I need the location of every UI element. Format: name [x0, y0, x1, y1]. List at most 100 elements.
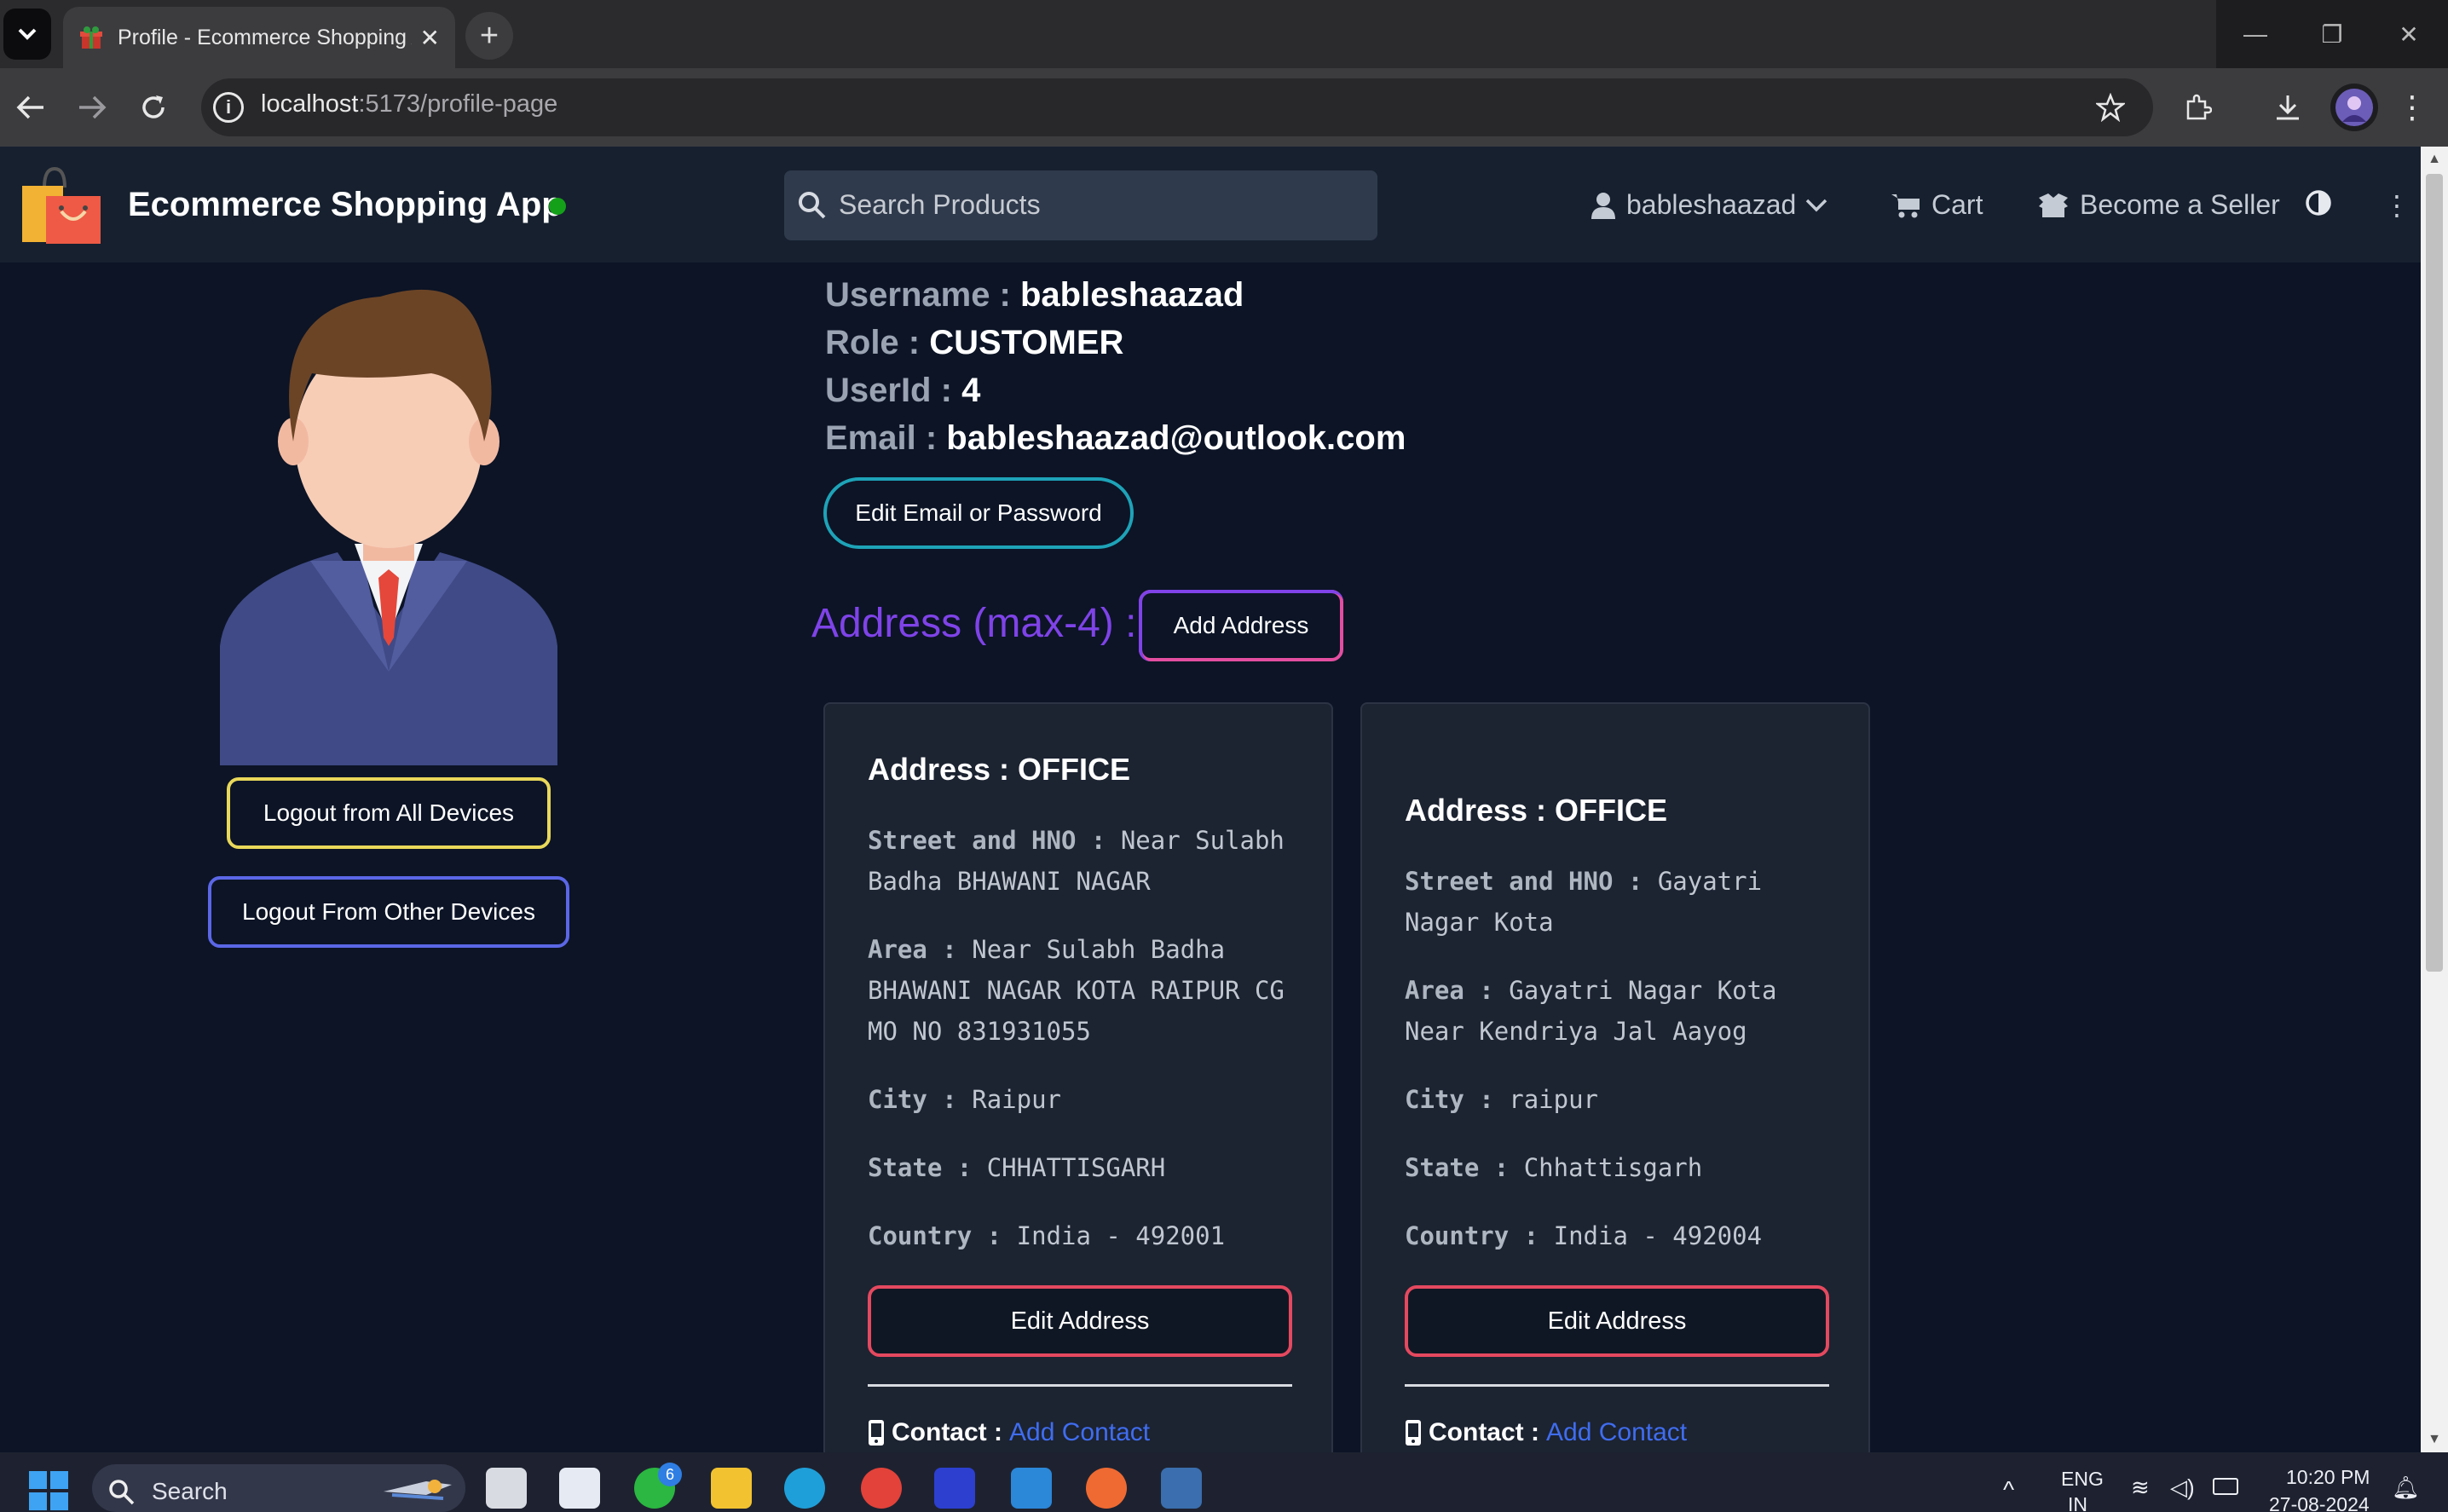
more-menu-icon[interactable]: ⋮ [2383, 189, 2410, 222]
chevron-down-icon [18, 28, 37, 40]
tray-region: IN [2068, 1493, 2087, 1512]
add-contact-link[interactable]: Add Contact [1546, 1418, 1687, 1447]
shopping-bag-logo-icon[interactable] [20, 167, 102, 245]
address-area: Area : Gayatri Nagar Kota Near Kendriya … [1405, 976, 1777, 1046]
battery-icon[interactable] [2213, 1478, 2238, 1495]
cart-label: Cart [1931, 189, 1983, 220]
cart-icon [1891, 193, 1920, 217]
add-contact-link[interactable]: Add Contact [1009, 1418, 1150, 1447]
vscode-icon[interactable] [1011, 1468, 1052, 1509]
restore-icon[interactable]: ❐ [2293, 0, 2371, 68]
edit-address-button[interactable]: Edit Address [1405, 1285, 1829, 1357]
address-area: Area : Near Sulabh Badha BHAWANI NAGAR K… [868, 935, 1285, 1046]
browser-tab-active[interactable]: Profile - Ecommerce Shopping A ✕ [63, 7, 455, 68]
new-tab-button[interactable]: + [465, 12, 513, 60]
address-card-title: Address : OFFICE [868, 752, 1131, 787]
site-info-icon[interactable]: i [213, 92, 244, 123]
username-row: Username : bableshaazad [825, 276, 1244, 314]
address-card-title: Address : OFFICE [1405, 793, 1668, 828]
search-highlight-icon [384, 1480, 452, 1500]
extensions-puzzle-icon[interactable] [2177, 87, 2218, 128]
edge-browser-icon[interactable] [784, 1468, 825, 1509]
profile-role: CUSTOMER [929, 324, 1124, 361]
mobile-phone-icon [869, 1420, 884, 1446]
chevron-down-icon [1806, 199, 1827, 211]
browser-menu-icon[interactable]: ⋮ [2392, 87, 2433, 128]
tray-chevron-up-icon[interactable]: ^ [2003, 1476, 2014, 1503]
address-country: Country : India - 492001 [868, 1221, 1226, 1250]
become-seller-label: Become a Seller [2080, 189, 2280, 220]
tray-date[interactable]: 27-08-2024 [2269, 1493, 2370, 1512]
mobile-phone-icon [1406, 1420, 1421, 1446]
address-street: Street and HNO : Gayatri Nagar Kota [1405, 867, 1763, 937]
address-state: State : Chhattisgarh [1405, 1153, 1703, 1182]
scroll-up-arrow-icon[interactable]: ▲ [2426, 152, 2443, 169]
tray-language[interactable]: ENG [2061, 1468, 2104, 1491]
search-icon [109, 1480, 135, 1505]
search-placeholder: Search Products [839, 189, 1041, 220]
cart-link[interactable]: Cart [1891, 189, 1983, 221]
bookmark-star-icon[interactable] [2090, 87, 2131, 128]
search-icon [799, 192, 826, 219]
profile-userid: 4 [961, 372, 981, 409]
theme-toggle-icon[interactable] [2305, 189, 2342, 216]
address-contact: Contact : Add Contact [1405, 1418, 1687, 1447]
reload-icon[interactable] [133, 87, 174, 128]
address-card: Address : OFFICE Street and HNO : Near S… [823, 702, 1333, 1469]
profile-avatar-icon[interactable] [2330, 84, 2378, 131]
header-username: bableshaazad [1626, 189, 1797, 220]
app-title[interactable]: Ecommerce Shopping App [128, 186, 563, 224]
chrome-browser-icon[interactable] [861, 1468, 902, 1509]
windows-start-icon[interactable] [29, 1471, 68, 1510]
microsoft-store-icon[interactable] [559, 1468, 600, 1509]
taskbar-search-label: Search [152, 1478, 228, 1504]
tab-title: Profile - Ecommerce Shopping A [118, 25, 412, 49]
wifi-icon[interactable]: ≋ [2131, 1474, 2150, 1501]
url-text[interactable]: localhost:5173/profile-page [261, 90, 557, 118]
online-status-dot [549, 198, 566, 215]
intellij-idea-icon[interactable] [934, 1468, 975, 1509]
card-divider [1405, 1384, 1829, 1387]
address-city: City : Raipur [868, 1085, 1061, 1114]
forward-arrow-icon[interactable] [72, 87, 113, 128]
user-icon [1591, 192, 1615, 219]
address-card: Address : OFFICE Street and HNO : Gayatr… [1360, 702, 1870, 1469]
tray-time[interactable]: 10:20 PM [2286, 1466, 2370, 1489]
scrollbar-thumb[interactable] [2426, 174, 2443, 972]
tab-search-button[interactable] [3, 9, 51, 60]
address-section-heading: Address (max-4) : [811, 601, 1137, 646]
box-open-icon [2039, 193, 2068, 217]
gift-favicon-icon [80, 26, 102, 49]
become-seller-link[interactable]: Become a Seller [2037, 189, 2280, 221]
user-menu-dropdown[interactable]: bableshaazad [1591, 189, 1839, 221]
file-explorer-icon[interactable] [711, 1468, 752, 1509]
email-row: Email : bableshaazad@outlook.com [825, 419, 1406, 457]
back-arrow-icon[interactable] [10, 87, 51, 128]
profile-email: bableshaazad@outlook.com [946, 419, 1406, 457]
close-window-icon[interactable]: ✕ [2370, 0, 2448, 68]
volume-icon[interactable]: ◁) [2170, 1474, 2195, 1501]
mysql-workbench-icon[interactable] [1161, 1468, 1202, 1509]
address-state: State : CHHATTISGARH [868, 1153, 1166, 1182]
address-street: Street and HNO : Near Sulabh Badha BHAWA… [868, 826, 1285, 896]
add-address-button[interactable]: Add Address [1139, 590, 1343, 661]
notification-badge: 6 [658, 1463, 682, 1486]
logout-all-devices-button[interactable]: Logout from All Devices [227, 777, 551, 849]
edit-address-button[interactable]: Edit Address [868, 1285, 1292, 1357]
minimize-icon[interactable]: — [2216, 0, 2295, 68]
user-avatar-illustration [220, 289, 557, 765]
scroll-down-arrow-icon[interactable]: ▼ [2426, 1432, 2443, 1449]
address-contact: Contact : Add Contact [868, 1418, 1150, 1447]
task-view-icon[interactable] [486, 1468, 527, 1509]
download-icon[interactable] [2267, 87, 2308, 128]
card-divider [868, 1384, 1292, 1387]
postman-icon[interactable] [1086, 1468, 1127, 1509]
address-city: City : raipur [1405, 1085, 1598, 1114]
address-country: Country : India - 492004 [1405, 1221, 1763, 1250]
tab-close-icon[interactable]: ✕ [420, 24, 440, 52]
edit-email-password-button[interactable]: Edit Email or Password [823, 477, 1134, 549]
notification-bell-icon[interactable]: 🔔︎ [2392, 1474, 2420, 1501]
role-row: Role : CUSTOMER [825, 324, 1124, 361]
userid-row: UserId : 4 [825, 372, 981, 409]
logout-other-devices-button[interactable]: Logout From Other Devices [208, 876, 569, 948]
